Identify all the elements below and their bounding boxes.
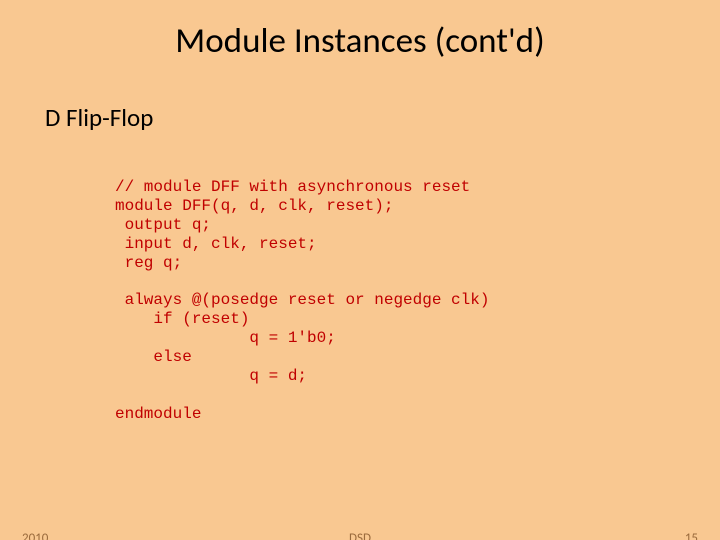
footer-label: DSD — [0, 531, 720, 540]
footer-page-number: 15 — [685, 531, 698, 540]
slide-title: Module Instances (cont'd) — [0, 20, 720, 62]
code-block: // module DFF with asynchronous reset mo… — [115, 178, 720, 423]
section-heading: D Flip-Flop — [45, 102, 720, 133]
